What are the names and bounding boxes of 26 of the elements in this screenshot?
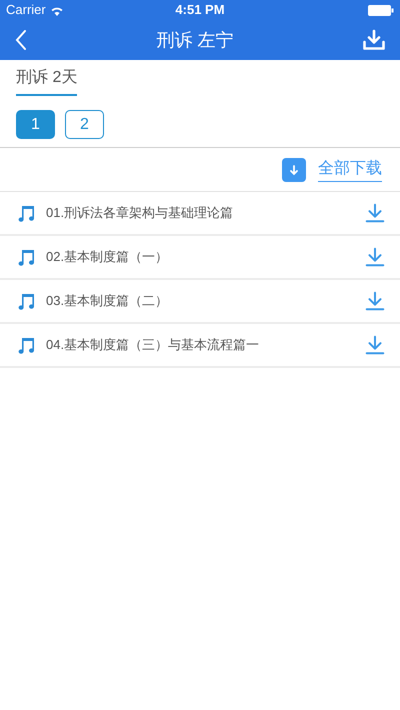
download-icon[interactable]	[364, 246, 386, 268]
download-icon[interactable]	[364, 334, 386, 356]
nav-title: 刑诉 左宁	[156, 28, 234, 52]
lesson-title: 01.刑诉法各章架构与基础理论篇	[46, 204, 234, 222]
lesson-title: 02.基本制度篇（一）	[46, 248, 170, 266]
download-all-icon[interactable]	[282, 158, 306, 182]
course-tab[interactable]: 刑诉 2天	[16, 66, 78, 96]
download-icon[interactable]	[364, 202, 386, 224]
carrier-text: Carrier	[6, 1, 46, 20]
music-note-icon	[16, 291, 36, 311]
music-note-icon	[16, 203, 36, 223]
lesson-row[interactable]: 04.基本制度篇（三）与基本流程篇一	[0, 324, 400, 368]
lesson-title: 04.基本制度篇（三）与基本流程篇一	[46, 336, 260, 354]
lesson-title: 03.基本制度篇（二）	[46, 292, 170, 310]
clock-text: 4:51 PM	[175, 1, 225, 20]
page-button[interactable]: 2	[65, 110, 104, 139]
back-icon[interactable]	[14, 29, 28, 51]
wifi-icon	[50, 4, 64, 16]
music-note-icon	[16, 247, 36, 267]
lesson-row[interactable]: 03.基本制度篇（二）	[0, 280, 400, 324]
download-icon[interactable]	[364, 290, 386, 312]
lesson-row[interactable]: 01.刑诉法各章架构与基础理论篇	[0, 192, 400, 236]
music-note-icon	[16, 335, 36, 355]
battery-icon	[368, 4, 394, 16]
page-button[interactable]: 1	[16, 110, 55, 139]
lesson-row[interactable]: 02.基本制度篇（一）	[0, 236, 400, 280]
